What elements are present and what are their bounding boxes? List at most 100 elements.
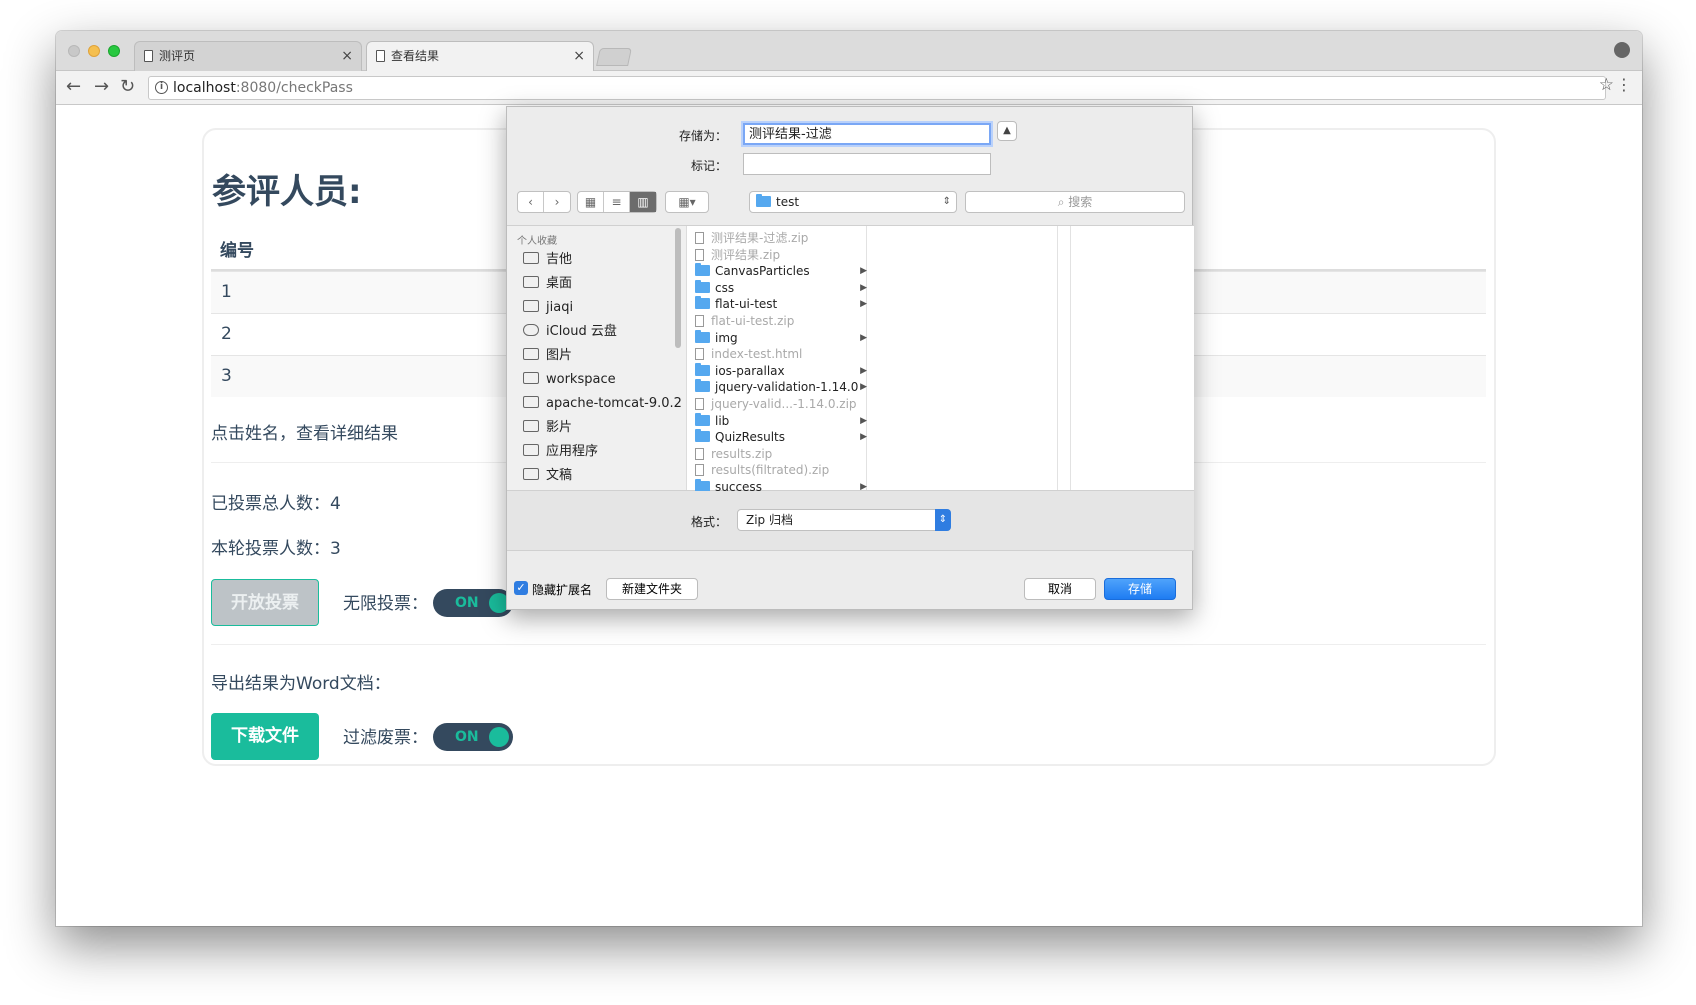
- folder-icon: [695, 379, 710, 393]
- item-label: jquery-valid...-1.14.0.zip: [711, 397, 857, 411]
- folder-icon: [523, 372, 539, 384]
- disclosure-arrow-icon: ▶: [860, 266, 867, 277]
- sidebar-item-documents[interactable]: 文稿: [523, 466, 572, 486]
- sidebar-item-label: 图片: [546, 348, 573, 363]
- chevron-right-icon[interactable]: ›: [544, 192, 570, 212]
- updown-icon: ⇕: [942, 196, 951, 207]
- format-label: 格式：: [690, 515, 727, 529]
- sidebar-item-label: apache-tomcat-9.0.2: [546, 396, 682, 411]
- empty-column: [868, 226, 1058, 490]
- format-value: Zip 归档: [746, 513, 793, 527]
- sidebar-item-label: jiaqi: [546, 300, 574, 315]
- item-label: jquery-validation-1.14.0: [715, 380, 859, 395]
- column-resize-handle[interactable]: [1059, 226, 1071, 490]
- total-voted-text: 已投票总人数：4: [211, 494, 341, 514]
- folder-item[interactable]: flat-ui-test ▶: [695, 296, 867, 313]
- folder-icon: [756, 194, 771, 207]
- filter-votes-label: 过滤废票：: [343, 728, 428, 748]
- folder-item[interactable]: jquery-validation-1.14.0 ▶: [695, 379, 867, 396]
- export-label: 导出结果为Word文档：: [211, 674, 391, 694]
- document-icon: [523, 468, 539, 480]
- search-field[interactable]: ⌕ 搜索: [965, 191, 1185, 213]
- cloud-icon: [523, 324, 539, 336]
- expand-dialog-button[interactable]: ▲: [997, 121, 1017, 141]
- disclosure-arrow-icon: ▶: [860, 382, 867, 393]
- file-item: index-test.html: [695, 346, 867, 363]
- item-label: results(filtrated).zip: [711, 463, 830, 478]
- sidebar-item-home[interactable]: jiaqi: [523, 298, 573, 318]
- sidebar: 个人收藏 吉他 桌面 jiaqi iCloud 云盘 图片 workspace …: [507, 226, 687, 490]
- sidebar-item-guitar[interactable]: 吉他: [523, 250, 572, 270]
- sidebar-item-label: 文稿: [546, 468, 573, 483]
- item-label: css: [715, 280, 735, 295]
- page-title: 参评人员:: [212, 172, 362, 212]
- icon-view-icon[interactable]: ▦: [578, 192, 604, 212]
- sidebar-item-workspace[interactable]: workspace: [523, 370, 616, 390]
- item-label: flat-ui-test.zip: [711, 314, 795, 328]
- sidebar-item-tomcat[interactable]: apache-tomcat-9.0.2: [523, 394, 682, 414]
- unlimited-vote-switch[interactable]: ON: [433, 589, 513, 617]
- row-id: 2: [221, 324, 232, 344]
- sidebar-item-label: 影片: [546, 420, 573, 435]
- save-as-input[interactable]: 测评结果-过滤: [743, 123, 991, 145]
- open-vote-button[interactable]: 开放投票: [211, 579, 319, 626]
- film-icon: [523, 420, 539, 432]
- folder-icon: [695, 329, 710, 343]
- dialog-footer: [507, 551, 1194, 611]
- switch-knob: [489, 727, 509, 747]
- sidebar-item-desktop[interactable]: 桌面: [523, 274, 572, 294]
- folder-item[interactable]: ios-parallax ▶: [695, 362, 867, 380]
- item-label: CanvasParticles: [715, 264, 810, 279]
- file-icon: [695, 398, 704, 410]
- divider: [211, 644, 1486, 645]
- arrange-icon[interactable]: ▦▾: [666, 192, 708, 212]
- file-icon: [695, 315, 704, 327]
- sidebar-scrollbar[interactable]: [675, 228, 681, 348]
- switch-on-text: ON: [455, 729, 479, 745]
- view-mode-control[interactable]: ▦ ≡ ▥: [577, 191, 657, 213]
- folder-item[interactable]: CanvasParticles ▶: [695, 263, 867, 280]
- camera-icon: [523, 348, 539, 360]
- location-popup[interactable]: test ⇕: [749, 191, 957, 213]
- column-view-icon[interactable]: ▥: [630, 192, 656, 212]
- file-icon: [695, 232, 704, 244]
- file-item: results.zip: [695, 446, 867, 463]
- round-voted-text: 本轮投票人数：3: [211, 539, 341, 559]
- folder-icon: [695, 263, 710, 277]
- back-forward-control[interactable]: ‹ ›: [517, 191, 571, 213]
- folder-icon: [695, 412, 710, 426]
- item-label: index-test.html: [711, 347, 803, 362]
- file-item: 测评结果.zip: [695, 247, 867, 264]
- sidebar-item-icloud[interactable]: iCloud 云盘: [523, 322, 617, 342]
- file-item: 测评结果-过滤.zip: [695, 230, 867, 247]
- unlimited-vote-label: 无限投票：: [343, 594, 428, 614]
- item-label: lib: [715, 413, 730, 428]
- folder-item[interactable]: QuizResults ▶: [695, 429, 867, 446]
- sidebar-item-label: 应用程序: [546, 444, 599, 459]
- row-id: 3: [221, 366, 232, 386]
- folder-item[interactable]: img ▶: [695, 329, 867, 347]
- file-item: jquery-valid...-1.14.0.zip: [695, 396, 867, 413]
- row-id: 1: [221, 282, 232, 302]
- sidebar-item-pictures[interactable]: 图片: [523, 346, 572, 366]
- filter-votes-switch[interactable]: ON: [433, 723, 513, 751]
- hint-text: 点击姓名，查看详细结果: [211, 424, 398, 444]
- folder-item[interactable]: css ▶: [695, 279, 867, 297]
- download-file-button[interactable]: 下载文件: [211, 713, 319, 760]
- list-view-icon[interactable]: ≡: [604, 192, 630, 212]
- folder-icon: [695, 279, 710, 293]
- arrange-control[interactable]: ▦▾: [665, 191, 709, 213]
- tags-input[interactable]: [743, 153, 991, 175]
- folder-icon: [695, 362, 710, 376]
- disclosure-arrow-icon: ▶: [860, 432, 867, 443]
- sidebar-item-movies[interactable]: 影片: [523, 418, 572, 438]
- folder-item[interactable]: lib ▶: [695, 412, 867, 430]
- sidebar-item-label: 桌面: [546, 276, 573, 291]
- sidebar-item-applications[interactable]: 应用程序: [523, 442, 598, 462]
- item-label: QuizResults: [715, 430, 786, 445]
- save-as-label: 存储为：: [678, 129, 727, 143]
- file-icon: [695, 464, 704, 477]
- format-popup[interactable]: Zip 归档 ⇕: [737, 509, 951, 531]
- chevron-left-icon[interactable]: ‹: [518, 192, 544, 212]
- desktop-icon: [523, 276, 539, 288]
